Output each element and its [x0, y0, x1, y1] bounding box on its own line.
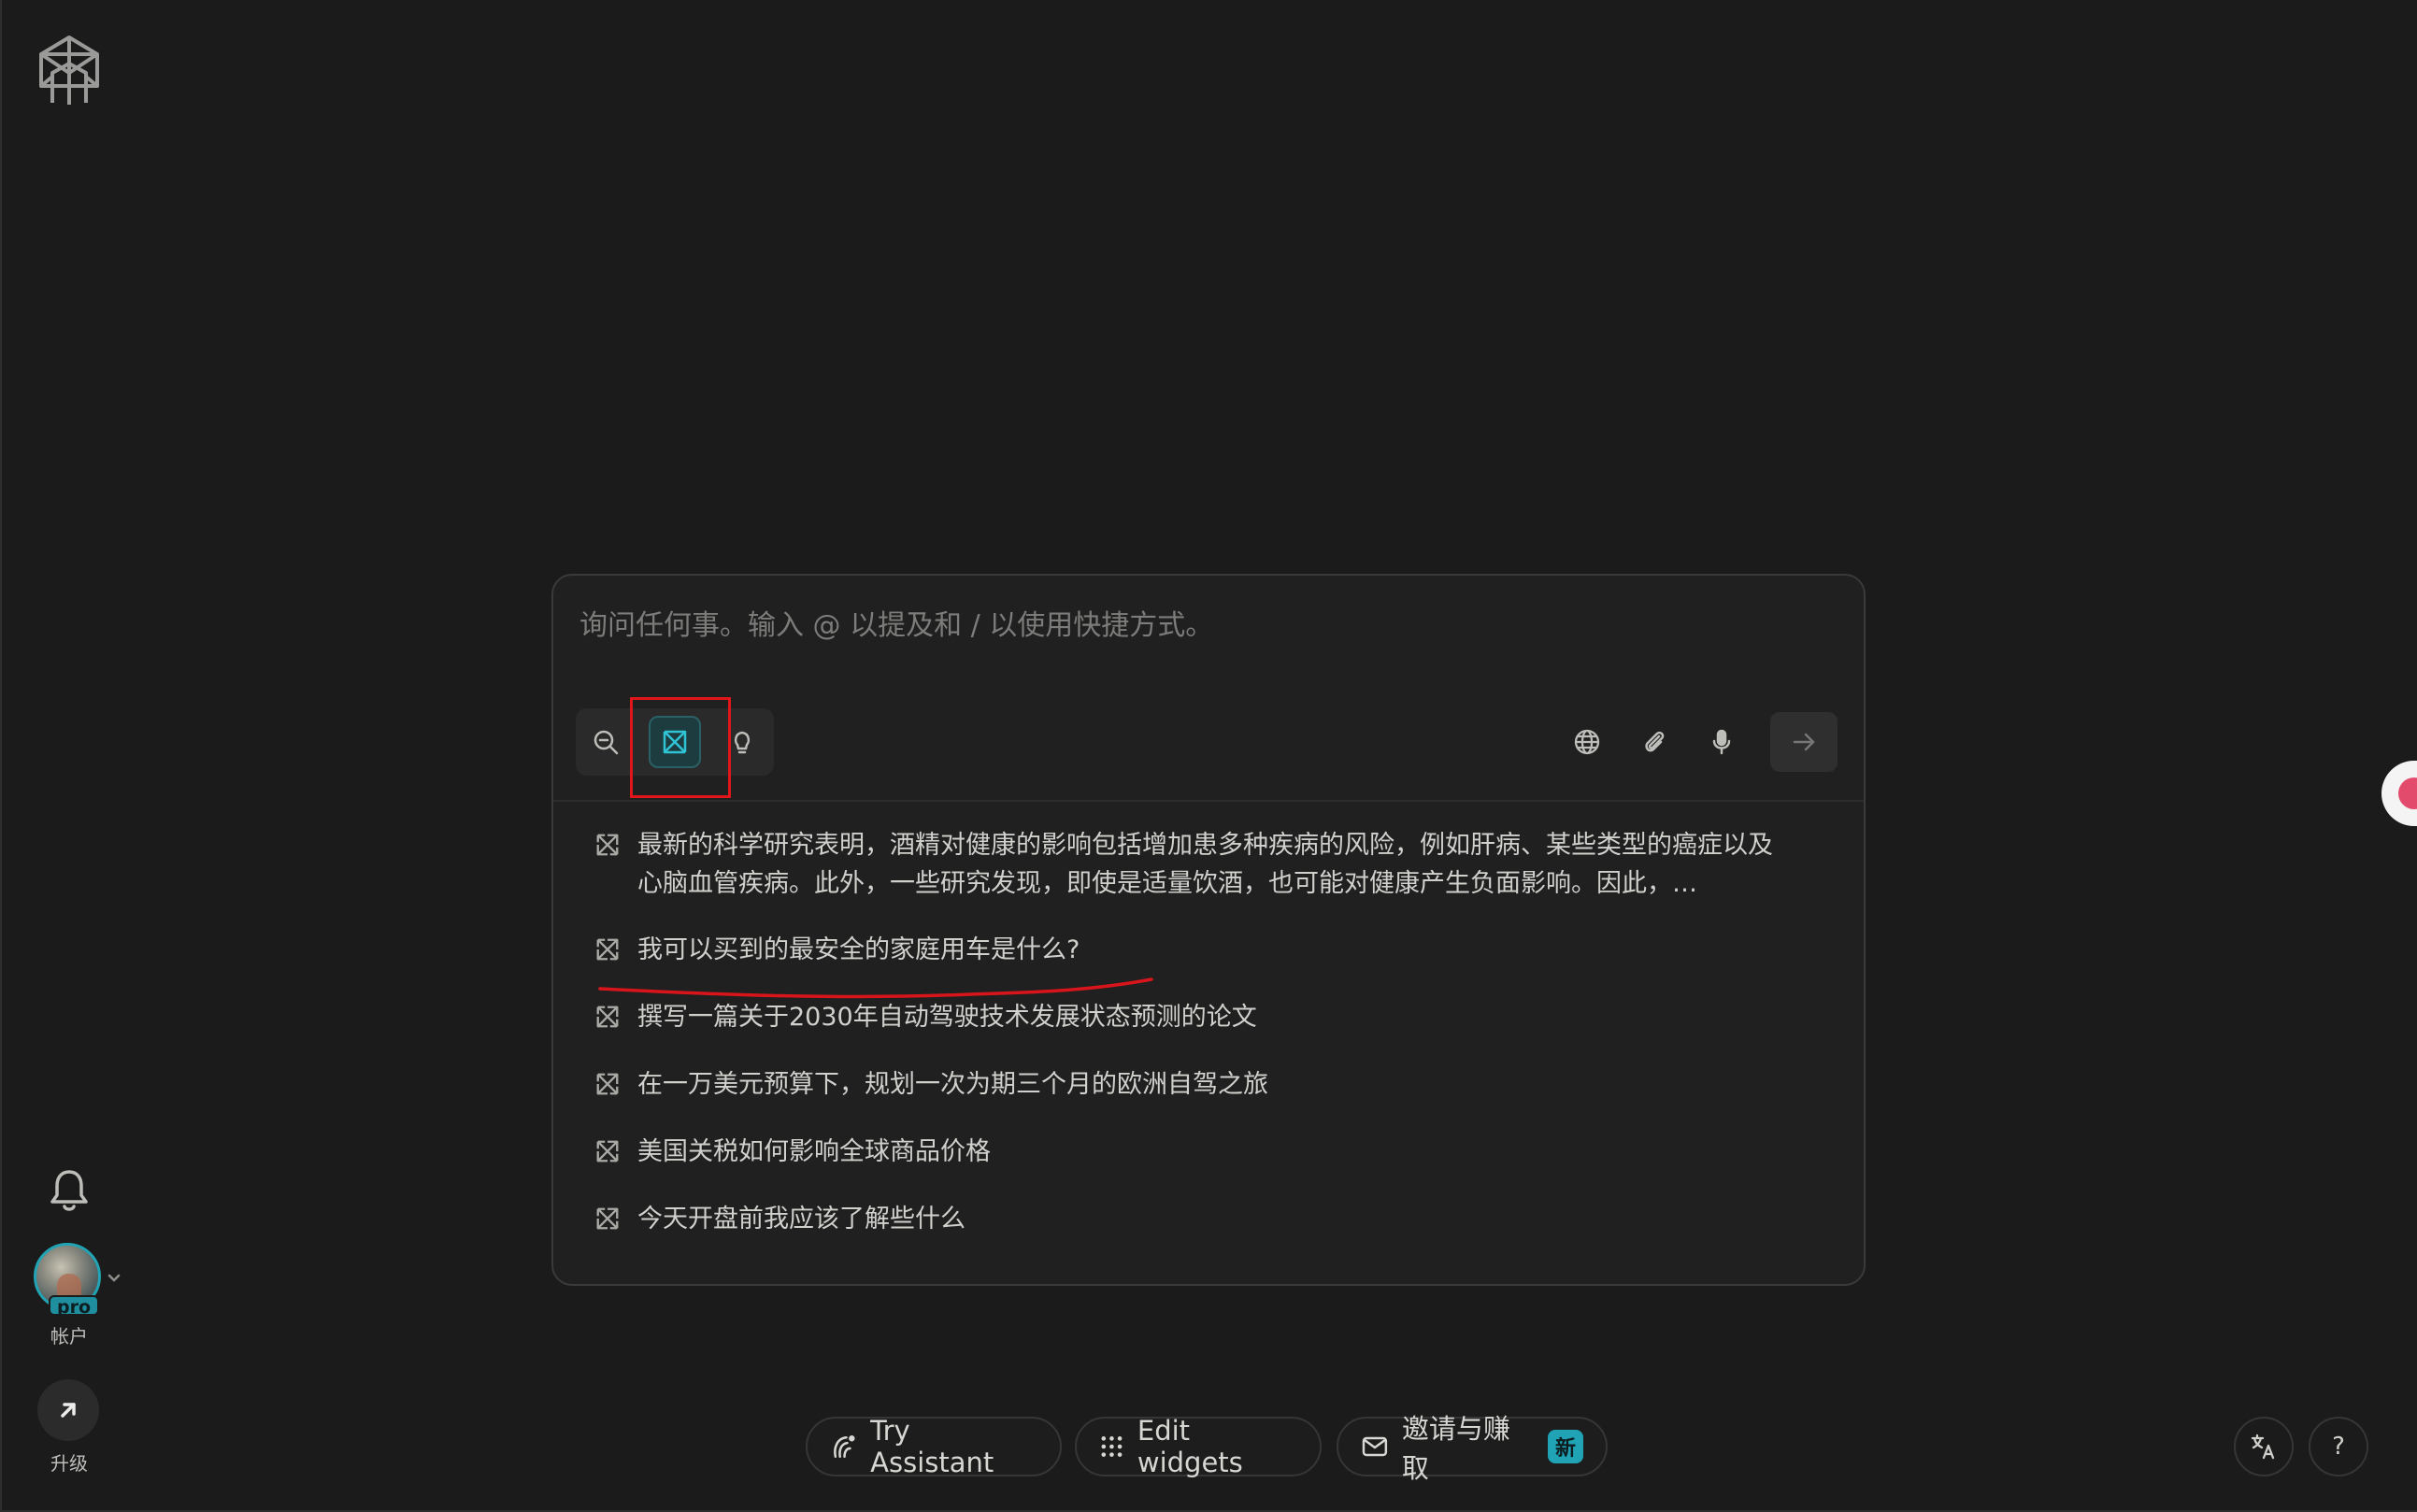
arrow-right-icon: [1793, 733, 1815, 751]
research-icon: [596, 1006, 619, 1028]
search-icon: [594, 730, 619, 755]
research-icon: [596, 1140, 619, 1163]
suggestion-item[interactable]: 我可以买到的最安全的家庭用车是什么?: [594, 931, 1787, 969]
help-label: ?: [2332, 1433, 2345, 1461]
help-button[interactable]: ?: [2309, 1417, 2368, 1476]
suggestion-text: 美国关税如何影响全球商品价格: [637, 1137, 991, 1166]
suggestion-item[interactable]: 今天开盘前我应该了解些什么: [594, 1200, 1787, 1238]
upgrade-label[interactable]: 升级: [36, 1448, 103, 1476]
mode-reasoning-button[interactable]: [716, 716, 768, 768]
translate-icon: [2251, 1434, 2275, 1460]
mail-icon: [1362, 1436, 1388, 1457]
mode-research-button[interactable]: [649, 716, 701, 768]
research-icon: [596, 1073, 619, 1095]
try-assistant-button[interactable]: Try Assistant: [806, 1415, 1062, 1478]
mode-search-button[interactable]: [579, 716, 632, 768]
research-icon: [596, 938, 619, 961]
new-badge: 新: [1547, 1430, 1583, 1463]
language-button[interactable]: [2234, 1417, 2294, 1476]
account-avatar[interactable]: pro: [34, 1243, 105, 1318]
voice-input-button[interactable]: [1695, 716, 1748, 768]
perplexity-logo-icon[interactable]: [34, 34, 105, 108]
assistant-icon: [834, 1435, 855, 1458]
suggestion-item[interactable]: 撰写一篇关于2030年自动驾驶技术发展状态预测的论文: [594, 998, 1787, 1036]
invite-earn-button[interactable]: 邀请与赚取 新: [1337, 1413, 1608, 1484]
edit-widgets-button[interactable]: Edit widgets: [1075, 1415, 1322, 1478]
research-icon: [596, 1207, 619, 1230]
suggestion-text: 今天开盘前我应该了解些什么: [637, 1205, 965, 1234]
attach-button[interactable]: [1628, 716, 1680, 768]
arrow-up-right-icon: [61, 1403, 76, 1418]
lightbulb-icon: [734, 731, 751, 754]
try-assistant-label: Try Assistant: [870, 1415, 994, 1478]
grid-dots-icon: [1101, 1436, 1123, 1457]
edit-widgets-label: Edit widgets: [1137, 1415, 1243, 1478]
suggestion-text: 我可以买到的最安全的家庭用车是什么?: [637, 935, 1080, 964]
app-window: pro 帐户 升级 询问任何事。输入 @ 以提及和 / 以使用快捷方式。 最新的…: [0, 0, 2417, 1512]
ask-placeholder: 询问任何事。输入 @ 以提及和 / 以使用快捷方式。: [579, 609, 1214, 642]
suggestion-item[interactable]: 美国关税如何影响全球商品价格: [594, 1133, 1787, 1171]
widget-icon: [2398, 777, 2417, 809]
sources-button[interactable]: [1561, 716, 1613, 768]
paperclip-icon: [1645, 731, 1665, 752]
microphone-icon: [1712, 729, 1731, 755]
suggestion-item[interactable]: 在一万美元预算下，规划一次为期三个月的欧洲自驾之旅: [594, 1065, 1787, 1104]
suggestion-text: 最新的科学研究表明，酒精对健康的影响包括增加患多种疾病的风险，例如肝病、某些类型…: [637, 831, 1773, 898]
suggestion-text: 撰写一篇关于2030年自动驾驶技术发展状态预测的论文: [637, 1003, 1257, 1032]
upgrade-button[interactable]: [37, 1379, 99, 1441]
chevron-down-icon[interactable]: [107, 1269, 122, 1282]
ask-box: 询问任何事。输入 @ 以提及和 / 以使用快捷方式。 最新的科学研究表明，酒精对…: [551, 574, 1866, 1286]
suggestion-item[interactable]: 最新的科学研究表明，酒精对健康的影响包括增加患多种疾病的风险，例如肝病、某些类型…: [594, 826, 1787, 903]
bell-icon[interactable]: [49, 1168, 90, 1213]
suggestion-text: 在一万美元预算下，规划一次为期三个月的欧洲自驾之旅: [637, 1070, 1268, 1099]
invite-earn-label: 邀请与赚取: [1401, 1413, 1510, 1484]
mode-selector: [576, 708, 774, 776]
divider: [553, 800, 1864, 802]
globe-icon: [1574, 729, 1600, 755]
research-icon: [663, 730, 687, 754]
research-icon: [596, 834, 619, 856]
submit-button[interactable]: [1770, 712, 1838, 772]
floating-widget[interactable]: [2381, 761, 2417, 826]
pro-badge: pro: [49, 1295, 100, 1318]
account-label[interactable]: 帐户: [36, 1321, 103, 1348]
